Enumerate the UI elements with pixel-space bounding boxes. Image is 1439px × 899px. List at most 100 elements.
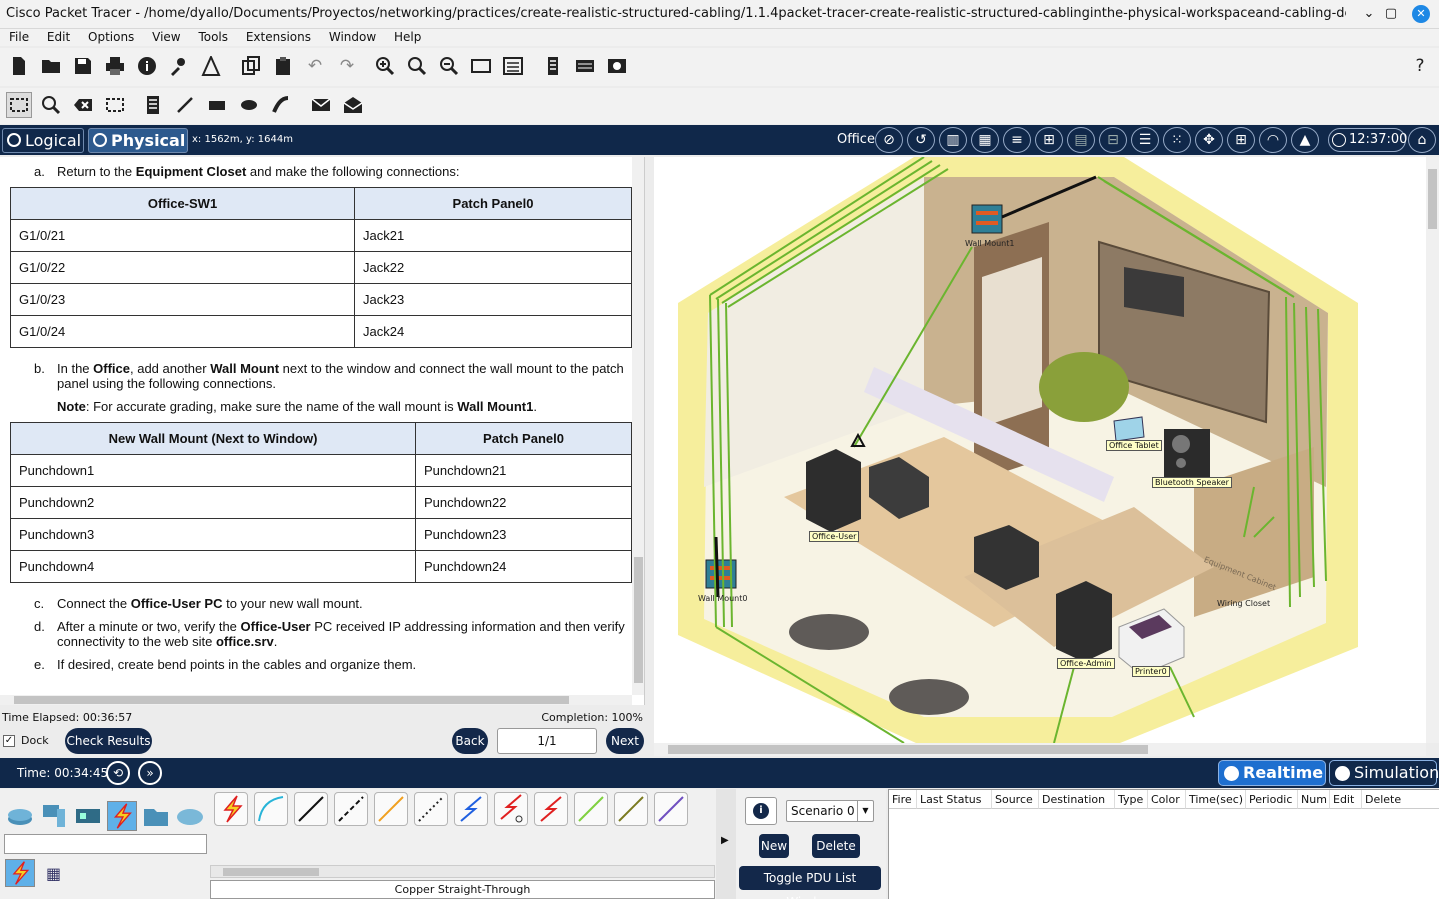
drawing-palette-icon[interactable] [468,53,494,79]
menu-file[interactable]: File [9,29,29,45]
maximize-icon[interactable]: ▢ [1382,5,1400,23]
screenshot-icon[interactable] [604,53,630,79]
connections-icon[interactable] [107,801,137,831]
toggle-pdu-list-button[interactable]: Toggle PDU List Window [739,866,881,899]
tile-view-icon[interactable]: ⊞ [1227,127,1255,153]
menu-view[interactable]: View [152,29,180,45]
dock-checkbox[interactable]: ✓ [3,735,15,747]
copy-icon[interactable] [238,53,264,79]
grid-toggle-icon[interactable]: ⁙ [1163,127,1191,153]
new-building-icon[interactable]: ▦ [971,127,999,153]
new-city-icon[interactable]: ▥ [939,127,967,153]
minimize-icon[interactable]: ⌄ [1360,5,1378,23]
instructions-vertical-scrollbar[interactable] [632,157,644,695]
workspace-vertical-scrollbar[interactable] [1426,157,1439,743]
tab-logical[interactable]: Logical [2,128,84,153]
connections-subcategory-icon[interactable] [5,859,35,887]
zoom-out-icon[interactable] [436,53,462,79]
components-icon[interactable] [73,801,103,831]
fast-forward-icon[interactable]: » [138,761,162,785]
move-object-icon[interactable]: ✥ [1195,127,1223,153]
wireless-icon[interactable]: ◠ [1259,127,1287,153]
copper-cross-over-icon[interactable] [334,792,368,826]
info-icon[interactable] [134,53,160,79]
tab-physical[interactable]: Physical [88,128,188,153]
scrollbar-thumb[interactable] [668,745,1148,754]
scrollbar-thumb[interactable] [14,696,569,704]
menu-edit[interactable]: Edit [47,29,70,45]
reset-network-icon[interactable]: ⟲ [106,761,130,785]
multiuser-connection-icon[interactable] [175,801,205,831]
fiber-cable-icon[interactable] [374,792,408,826]
save-icon[interactable] [70,53,96,79]
scrollbar-thumb[interactable] [223,868,319,876]
menu-extensions[interactable]: Extensions [246,29,311,45]
scrollbar-thumb[interactable] [634,557,643,683]
office-user-pc[interactable] [806,449,861,532]
network-devices-icon[interactable] [5,801,35,831]
draw-ellipse-icon[interactable] [236,92,262,118]
new-shelf-icon[interactable]: ⊟ [1099,127,1127,153]
scenario-select[interactable]: Scenario 0 ▼ [786,800,874,822]
delete-scenario-button[interactable]: Delete [812,834,860,858]
iot-custom-cable-icon[interactable] [614,792,648,826]
select-icon[interactable] [6,92,32,118]
inspect-icon[interactable] [38,92,64,118]
back-button[interactable]: Back [452,728,488,754]
list-view-icon[interactable]: ☰ [1131,127,1159,153]
simulation-mode-button[interactable]: Simulation [1329,760,1439,786]
home-icon[interactable]: ⌂ [1408,127,1436,153]
menu-tools[interactable]: Tools [198,29,228,45]
redo-icon[interactable]: ↷ [334,53,360,79]
office-tablet[interactable] [1113,416,1145,442]
bluetooth-speaker[interactable] [1164,429,1210,477]
new-scenario-button[interactable]: New [759,834,789,858]
usb-cable-icon[interactable] [654,792,688,826]
close-icon[interactable]: ✕ [1412,5,1430,23]
device-template-icon[interactable] [572,53,598,79]
place-note-icon[interactable] [140,92,166,118]
new-file-icon[interactable] [6,53,32,79]
environment-icon[interactable]: ▲ [1291,127,1319,153]
octal-cable-icon[interactable] [574,792,608,826]
help-icon[interactable]: ? [1407,53,1433,79]
scrollbar-thumb[interactable] [1428,169,1437,229]
realtime-mode-button[interactable]: Realtime [1218,760,1326,786]
undo-icon[interactable]: ↶ [302,53,328,79]
delete-icon[interactable] [70,92,96,118]
new-closet-icon[interactable]: ⊞ [1035,127,1063,153]
phone-cable-icon[interactable] [414,792,448,826]
draw-rectangle-icon[interactable] [204,92,230,118]
automatic-connection-icon[interactable] [214,792,248,826]
console-cable-icon[interactable] [254,792,288,826]
activity-wizard-icon[interactable] [166,53,192,79]
office-admin-pc[interactable] [1056,581,1112,662]
menu-window[interactable]: Window [329,29,376,45]
workspace-horizontal-scrollbar[interactable] [654,743,1426,756]
zoom-in-icon[interactable] [372,53,398,79]
draw-line-icon[interactable] [172,92,198,118]
serial-dce-icon[interactable] [494,792,528,826]
miscellaneous-icon[interactable] [141,801,171,831]
coaxial-cable-icon[interactable] [454,792,488,826]
add-simple-pdu-icon[interactable] [308,92,334,118]
zoom-reset-icon[interactable] [404,53,430,79]
custom-devices-icon[interactable] [198,53,224,79]
physical-workspace[interactable]: Wall Mount1 Wall Mount0 Office Tablet Bl… [654,157,1426,743]
freeform-icon[interactable] [268,92,294,118]
check-results-button[interactable]: Check Results [65,728,152,754]
new-rack-icon[interactable]: ≡ [1003,127,1031,153]
instructions-horizontal-scrollbar[interactable] [0,695,632,705]
copper-straight-through-icon[interactable] [294,792,328,826]
structured-cabling-icon[interactable]: ▦ [46,864,64,883]
end-devices-icon[interactable] [39,801,69,831]
environment-clock[interactable]: 12:37:00 [1328,128,1407,152]
menu-help[interactable]: Help [394,29,421,45]
print-icon[interactable] [102,53,128,79]
panel-splitter[interactable]: ▶ [716,789,736,899]
add-complex-pdu-icon[interactable] [340,92,366,118]
clipboard-icon[interactable] [540,53,566,79]
cable-panel-scrollbar[interactable] [210,865,715,878]
device-search-input[interactable] [4,834,207,854]
next-button[interactable]: Next [606,728,644,754]
